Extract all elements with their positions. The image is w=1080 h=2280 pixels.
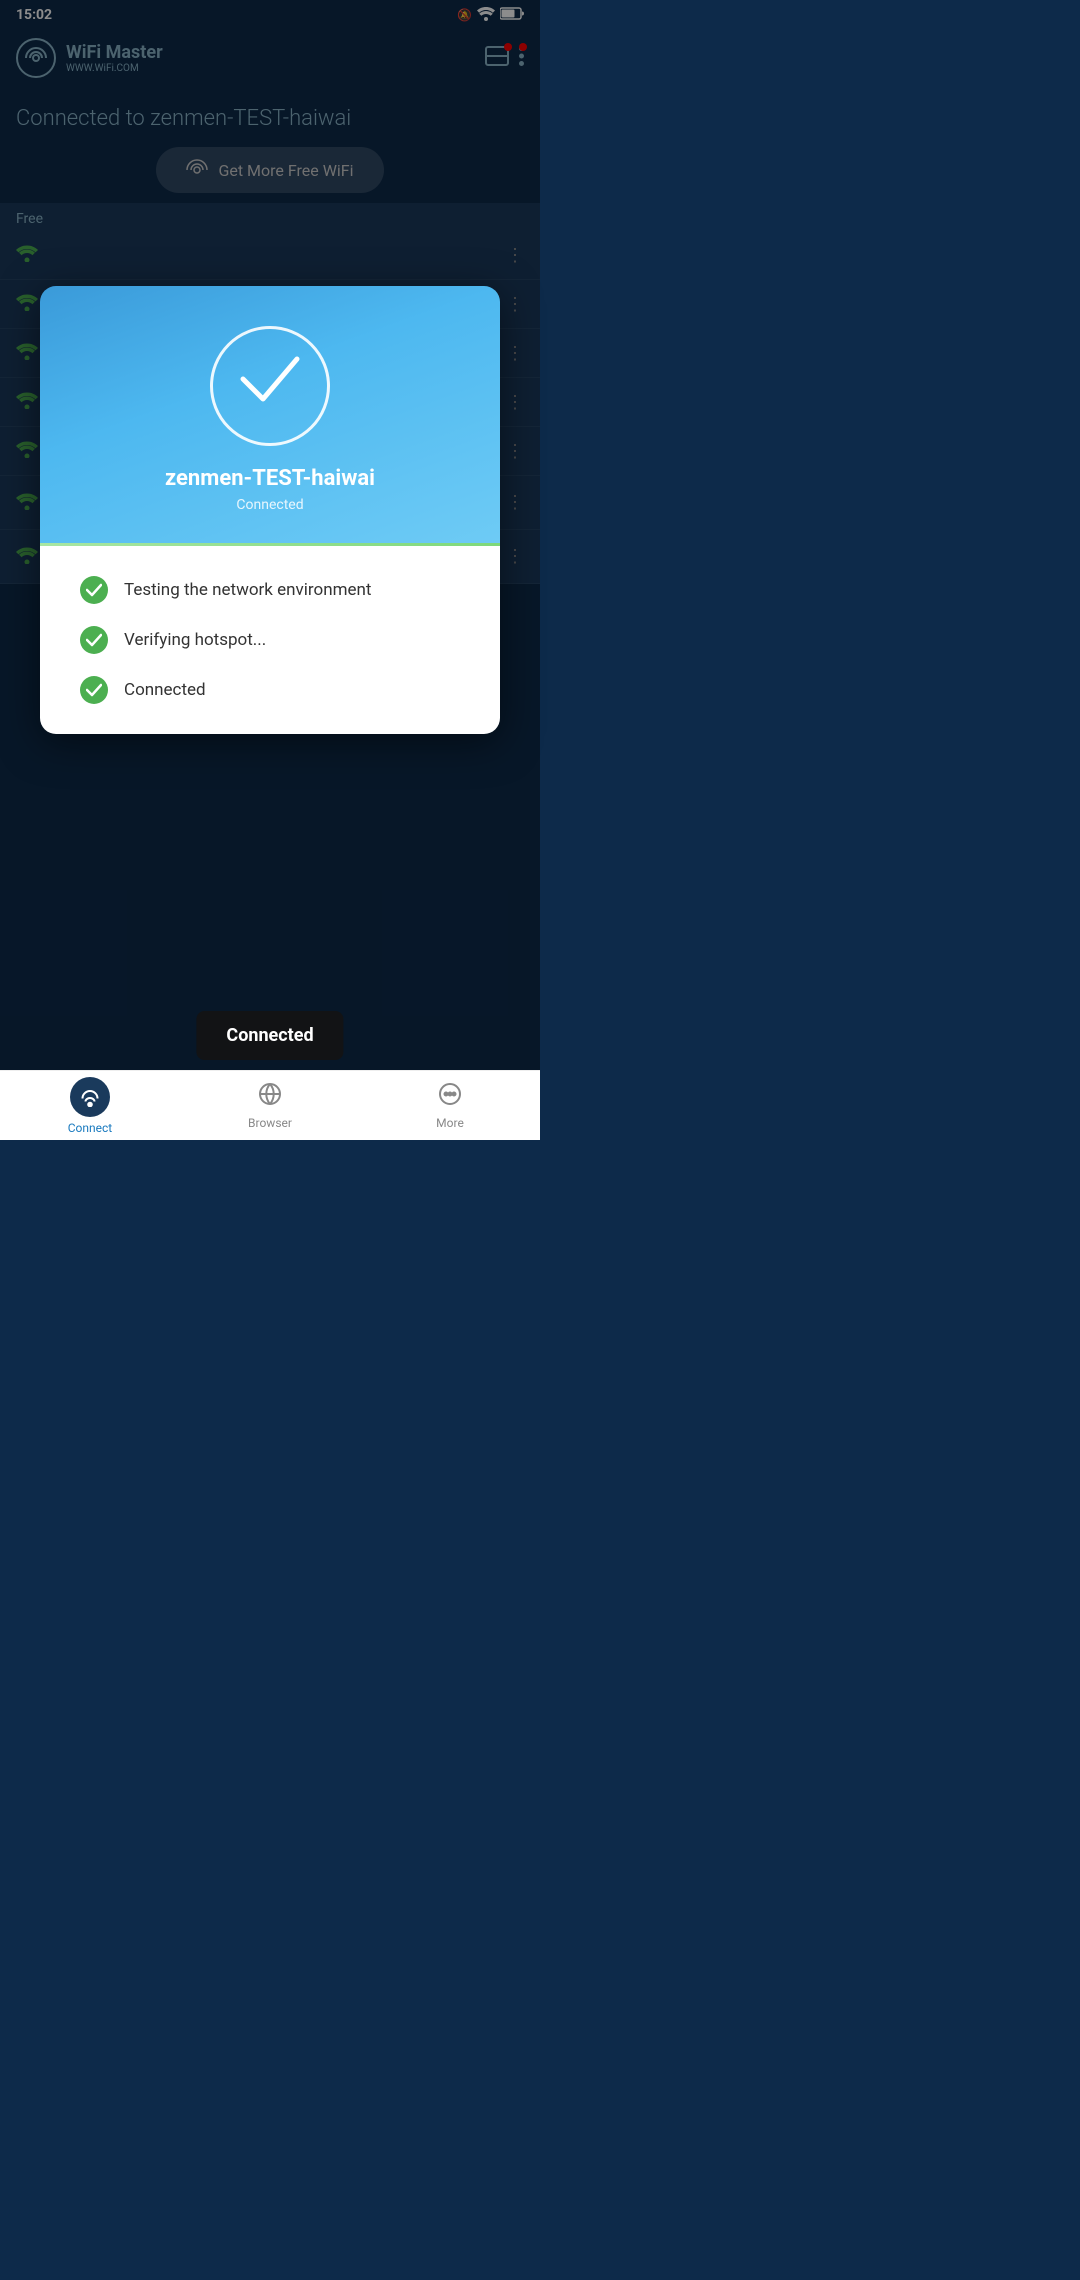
check-mark-icon (235, 349, 305, 419)
nav-label-browser: Browser (248, 1116, 292, 1130)
check-item-2: Verifying hotspot... (80, 626, 460, 654)
browser-nav-icon (258, 1082, 282, 1112)
check-circle-icon-2 (80, 626, 108, 654)
check-circle (210, 326, 330, 446)
modal-connected-label: Connected (236, 497, 303, 513)
nav-item-more[interactable]: More (360, 1074, 540, 1138)
nav-label-more: More (436, 1116, 464, 1130)
check-item-1: Testing the network environment (80, 576, 460, 604)
check-item-text-2: Verifying hotspot... (124, 630, 266, 650)
toast-text: Connected (226, 1025, 313, 1046)
modal-network-name: zenmen-TEST-haiwai (165, 466, 375, 491)
nav-label-connect: Connect (68, 1121, 112, 1135)
more-nav-icon (438, 1082, 462, 1112)
check-item-text-3: Connected (124, 680, 206, 700)
modal-top: zenmen-TEST-haiwai Connected (40, 286, 500, 543)
modal-bottom: Testing the network environment Verifyin… (40, 546, 500, 734)
check-item-text-1: Testing the network environment (124, 580, 371, 600)
connect-nav-icon (70, 1077, 110, 1117)
check-item-3: Connected (80, 676, 460, 704)
check-circle-icon-3 (80, 676, 108, 704)
connection-modal: zenmen-TEST-haiwai Connected Testing the… (40, 286, 500, 734)
modal-overlay: zenmen-TEST-haiwai Connected Testing the… (0, 0, 540, 1140)
check-circle-icon-1 (80, 576, 108, 604)
bottom-nav: Connect Browser More (0, 1070, 540, 1140)
nav-item-browser[interactable]: Browser (180, 1074, 360, 1138)
nav-item-connect[interactable]: Connect (0, 1069, 180, 1143)
toast-connected: Connected (196, 1011, 343, 1060)
